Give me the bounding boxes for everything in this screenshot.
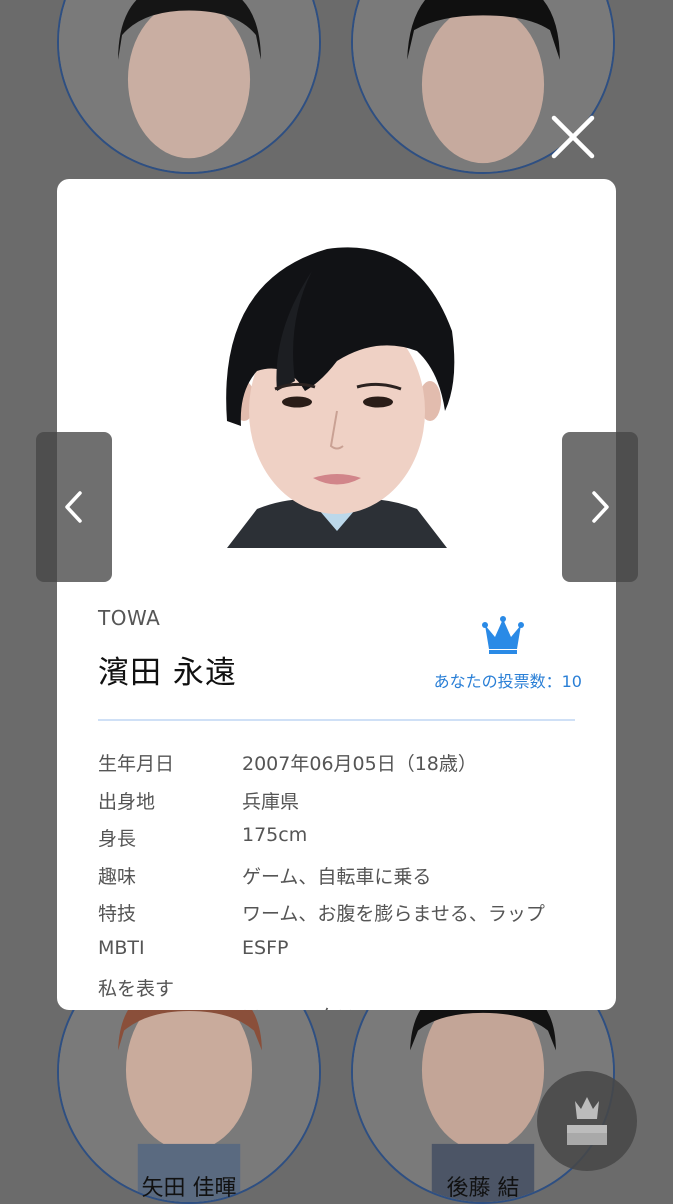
next-member-button[interactable]	[562, 432, 638, 582]
detail-row-skill: 特技 ワーム、お腹を膨らませる、ラップ	[98, 899, 578, 937]
detail-value: ESFP	[242, 936, 289, 959]
detail-row-mbti: MBTI ESFP	[98, 937, 578, 975]
detail-value: 2007年06月05日（18歳）	[242, 753, 477, 775]
vote-count-label: あなたの投票数：10	[433, 672, 582, 691]
detail-label: 生年月日	[98, 753, 175, 775]
detail-label: 私を表す	[98, 978, 175, 1000]
chevron-right-icon	[592, 491, 609, 523]
detail-label: 出身地	[98, 790, 156, 813]
detail-row-hometown: 出身地 兵庫県	[98, 787, 578, 825]
detail-row-height: 身長 175cm	[98, 824, 578, 862]
close-button[interactable]	[548, 112, 598, 162]
bg-member-name-right: 後藤 結	[446, 1176, 520, 1201]
detail-label: 身長	[98, 828, 137, 850]
detail-label: 特技	[98, 903, 137, 925]
profile-name: 濱田 永遠	[98, 655, 237, 691]
detail-value: フェニックス	[242, 1002, 355, 1010]
vote-button[interactable]	[537, 1071, 637, 1171]
detail-row-birthdate: 生年月日 2007年06月05日（18歳）	[98, 749, 578, 787]
vote-box-icon	[567, 1097, 607, 1145]
bg-member-card-top-left[interactable]	[57, 0, 321, 174]
detail-value: 175cm	[242, 824, 308, 846]
member-photo	[59, 0, 319, 172]
detail-value: ゲーム、自転車に乗る	[242, 865, 432, 888]
detail-value: 兵庫県	[242, 790, 300, 813]
profile-details: 生年月日 2007年06月05日（18歳） 出身地 兵庫県 身長 175cm 趣…	[98, 749, 578, 1010]
detail-label: 趣味	[98, 865, 137, 888]
bg-member-name-left: 矢田 佳暉	[141, 1176, 237, 1201]
profile-modal: TOWA 濱田 永遠 あなたの投票数：10 生年月日 2007年06月05日（1…	[57, 179, 616, 1010]
detail-row-hobby: 趣味 ゲーム、自転車に乗る	[98, 862, 578, 900]
profile-photo	[217, 241, 457, 548]
detail-row-describe-me: 私を表す フェニックス	[98, 974, 578, 1010]
crown-icon	[481, 615, 525, 655]
profile-romaji: TOWA	[98, 606, 161, 630]
detail-value: ワーム、お腹を膨らませる、ラップ	[242, 903, 545, 925]
prev-member-button[interactable]	[36, 432, 112, 582]
divider	[98, 719, 575, 721]
close-icon	[551, 115, 595, 159]
detail-label: MBTI	[98, 936, 145, 959]
chevron-left-icon	[65, 491, 82, 523]
